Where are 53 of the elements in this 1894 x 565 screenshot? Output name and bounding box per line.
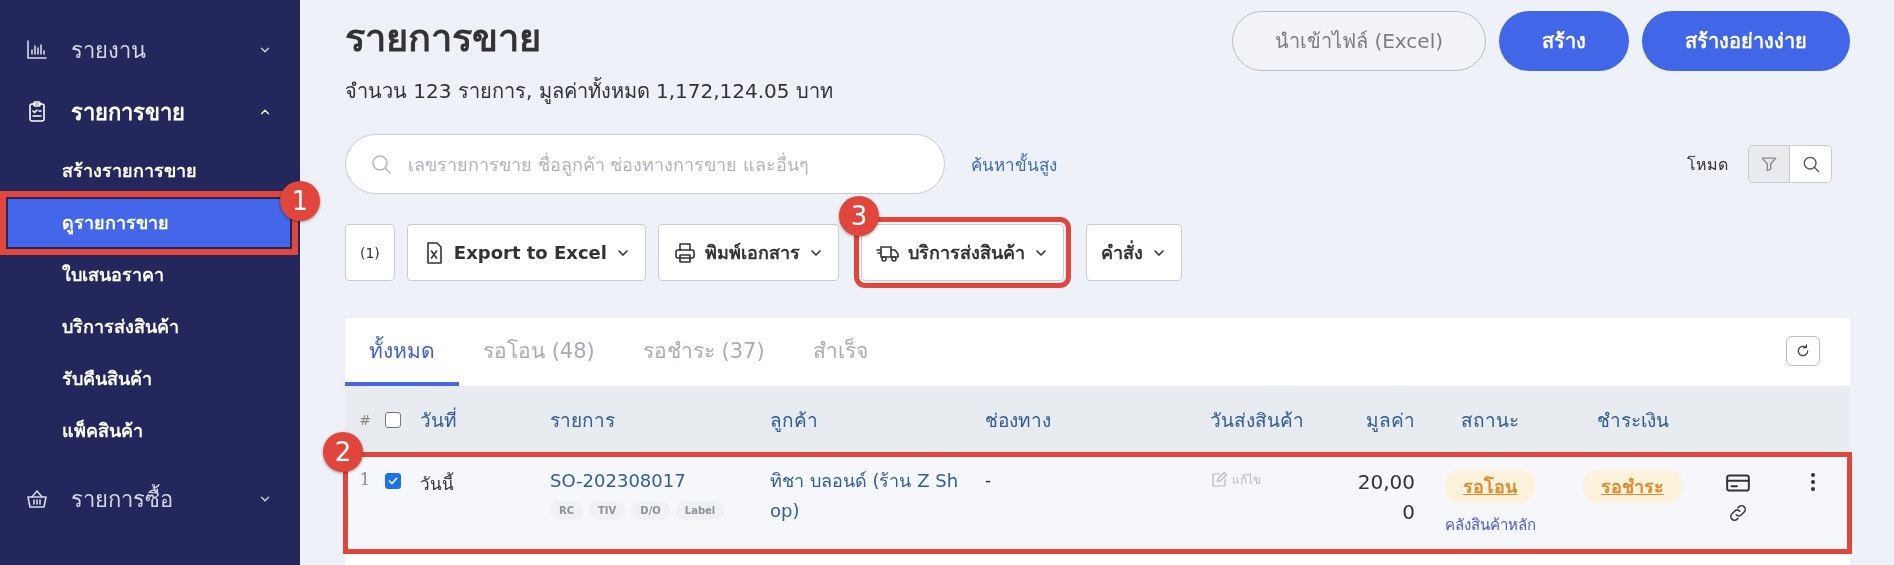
sidebar-group[interactable]: รายการซื้อ [0, 468, 300, 530]
sidebar-group[interactable]: รายการขาย [0, 81, 300, 143]
tag-label: D/O [631, 501, 670, 520]
bar-chart-icon [25, 38, 49, 62]
step-badge: 1 [280, 181, 320, 221]
edit-icon [1210, 470, 1228, 489]
column-header: ช่องทาง [985, 409, 1051, 431]
page-title: รายการขาย [345, 15, 542, 61]
column-header: ชำระเงิน [1596, 409, 1669, 431]
column-header: สถานะ [1461, 409, 1519, 431]
check-icon [387, 475, 399, 487]
sidebar-item[interactable]: บริการส่งสินค้า [0, 303, 290, 351]
toolbar-button[interactable]: พิมพ์เอกสาร [657, 224, 839, 281]
search-icon [369, 152, 393, 176]
table-cell: - [985, 470, 992, 490]
column-header: ลูกค้า [770, 409, 818, 431]
table-cell-text: 20,000 [1356, 469, 1415, 526]
column-header: วันที่ [420, 409, 457, 431]
toolbar-button[interactable]: Export to Excel [406, 224, 646, 281]
search-mode-button[interactable] [1790, 145, 1832, 183]
column-header: มูลค่า [1366, 409, 1415, 431]
customer-link[interactable]: ทิชา บลอนด์ (ร้าน Z Shop) [770, 466, 960, 526]
printer-icon [672, 240, 697, 265]
sidebar-group[interactable]: รายงาน [0, 19, 300, 81]
warehouse-label: คลังสินค้าหลัก [1444, 515, 1536, 536]
step-badge: 2 [323, 432, 363, 472]
toolbar-button[interactable]: คำสั่ง [1085, 224, 1182, 281]
row-number: 1 [358, 470, 372, 489]
import-button[interactable]: นำเข้าไฟล์ (Excel) [1232, 11, 1486, 71]
toolbar-button[interactable]: (1) [345, 224, 395, 281]
column-header: รายการ [550, 409, 615, 431]
create-button[interactable]: สร้างอย่างง่าย [1642, 11, 1850, 71]
refresh-icon [1795, 343, 1811, 359]
checkbox[interactable] [385, 473, 401, 489]
tag-label: RC [550, 501, 584, 520]
refresh-button[interactable] [1786, 336, 1820, 366]
step-badge: 3 [838, 196, 879, 236]
mode-label: โหมด [1687, 153, 1728, 176]
search-field[interactable]: เลขรายการขาย ชื่อลูกค้า ช่องทางการขาย และอื่นๆ [345, 134, 945, 194]
tag-label: TIV [589, 501, 626, 520]
summary-text: จำนวน 123 รายการ, มูลค่าทั้งหมด 1,172,124.05 บาท [345, 76, 833, 106]
column-header: วันส่งสินค้า [1210, 409, 1304, 431]
sidebar-item[interactable]: ใบเสนอราคา [0, 251, 290, 299]
create-button[interactable]: สร้าง [1499, 11, 1629, 71]
sidebar-item[interactable]: แพ็คสินค้า [0, 407, 290, 455]
sidebar-item[interactable]: รับคืนสินค้า [0, 355, 290, 403]
tag-label: Label [675, 501, 725, 520]
basket-icon [25, 487, 49, 511]
advanced-search-link[interactable]: ค้นหาขั้นสูง [971, 150, 1057, 178]
order-link[interactable]: SO-202308017 [550, 470, 686, 491]
checkbox[interactable] [385, 412, 401, 428]
column-header: # [358, 412, 372, 428]
table-cell: วันนี้ [420, 474, 454, 494]
